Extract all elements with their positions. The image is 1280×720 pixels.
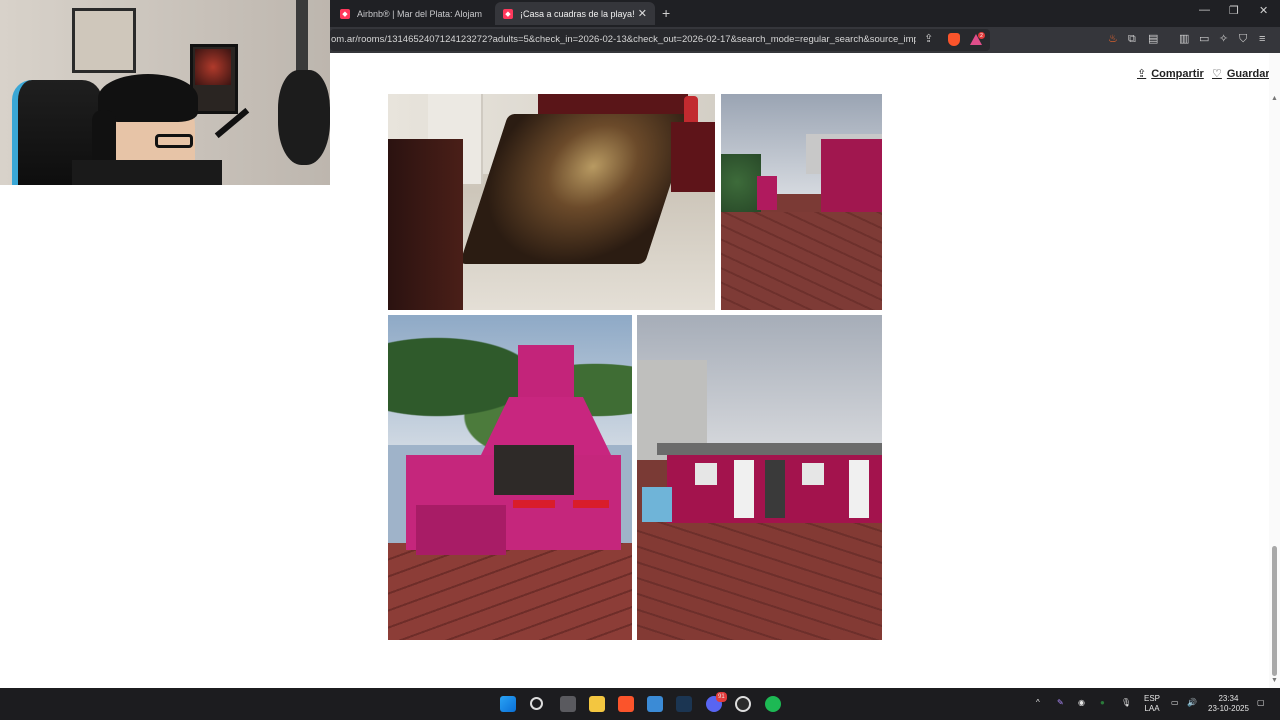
tab-label: ¡Casa a cuadras de la playa! - Ca	[520, 8, 634, 19]
tray-pen-icon[interactable]: ✎	[1057, 698, 1064, 708]
reading-list-icon[interactable]: ▤	[1148, 34, 1158, 45]
share-icon: ⇪	[1137, 68, 1147, 80]
menu-icon[interactable]: ≡	[1259, 34, 1265, 45]
brave-shields-icon[interactable]	[948, 33, 960, 46]
scroll-down-icon[interactable]: ▼	[1271, 677, 1278, 684]
new-tab-button[interactable]: +	[662, 5, 670, 21]
address-bar[interactable]: om.ar/rooms/1314652407124123272?adults=5…	[330, 29, 990, 51]
tab-label: Airbnb® | Mar del Plata: Alojamiento	[357, 8, 482, 19]
vpn-icon[interactable]: ⛉	[1239, 34, 1247, 45]
url-text[interactable]: om.ar/rooms/1314652407124123272?adults=5…	[331, 34, 916, 45]
save-label: Guardar	[1226, 67, 1270, 80]
date-label: 23-10-2025	[1208, 704, 1249, 713]
network-icon[interactable]: ▭	[1171, 698, 1179, 708]
share-button[interactable]: ⇪ Compartir	[1137, 67, 1204, 81]
notifications-icon[interactable]: ▢	[1257, 698, 1265, 708]
minimize-button[interactable]: —	[1199, 4, 1210, 16]
sidebar-icon[interactable]: ▥	[1179, 34, 1189, 45]
page-scrollbar[interactable]: ▲ ▼	[1269, 53, 1280, 688]
scroll-up-icon[interactable]: ▲	[1271, 95, 1278, 102]
spotify-icon[interactable]	[765, 696, 781, 712]
scrollbar-thumb[interactable]	[1272, 546, 1277, 676]
photo-patio-corridor[interactable]	[721, 94, 882, 310]
discord-badge: 91	[716, 692, 727, 702]
photo-house-back[interactable]	[637, 315, 882, 640]
windows-start-icon[interactable]	[500, 696, 516, 712]
webcam-overlay	[0, 0, 330, 185]
tray-steam-icon[interactable]: ◉	[1078, 698, 1085, 708]
microphone-icon[interactable]: 🎙	[1121, 698, 1131, 708]
share-icon[interactable]: ⇪	[924, 34, 933, 45]
photos-icon[interactable]	[647, 696, 663, 712]
task-view-icon[interactable]	[560, 696, 576, 712]
search-icon[interactable]	[530, 697, 543, 710]
steam-icon[interactable]	[676, 696, 692, 712]
time-label: 23:34	[1218, 694, 1239, 703]
tab-listing[interactable]: ◆ ¡Casa a cuadras de la playa! - Ca ✕	[495, 2, 655, 25]
extensions-puzzle-icon[interactable]: ⧉	[1128, 34, 1136, 45]
windows-taskbar: 91 ^ ✎ ◉ ● 🎙 ESP LAA ▭ 🔊 23:34 23-10-202…	[0, 688, 1280, 720]
airbnb-favicon-icon: ◆	[503, 8, 513, 19]
language-label: ESP	[1144, 694, 1161, 703]
photo-bedroom[interactable]	[388, 94, 715, 310]
maximize-button[interactable]: ❐	[1229, 4, 1239, 17]
layout-label: LAA	[1144, 704, 1160, 713]
rewards-badge: 2	[978, 32, 985, 39]
clock[interactable]: 23:34 23-10-2025	[1208, 694, 1249, 714]
share-label: Compartir	[1151, 67, 1204, 80]
wallet-icon[interactable]: ▭	[1199, 34, 1209, 45]
close-window-button[interactable]: ✕	[1259, 4, 1268, 17]
save-button[interactable]: ♡ Guardar	[1212, 67, 1270, 81]
extension-flame-icon[interactable]: ♨	[1108, 34, 1118, 45]
tab-airbnb-search[interactable]: ◆ Airbnb® | Mar del Plata: Alojamiento	[332, 2, 490, 25]
photo-barbecue[interactable]	[388, 315, 632, 640]
leo-ai-icon[interactable]: ✧	[1219, 34, 1228, 45]
close-tab-icon[interactable]: ✕	[638, 7, 647, 20]
brave-browser-icon[interactable]	[618, 696, 634, 712]
volume-icon[interactable]: 🔊	[1187, 698, 1197, 708]
obs-icon[interactable]	[735, 696, 751, 712]
heart-icon: ♡	[1212, 68, 1222, 80]
file-explorer-icon[interactable]	[589, 696, 605, 712]
language-indicator[interactable]: ESP LAA	[1144, 694, 1160, 714]
tray-status-icon[interactable]: ●	[1100, 698, 1105, 708]
tray-overflow-icon[interactable]: ^	[1036, 698, 1040, 708]
airbnb-favicon-icon: ◆	[340, 8, 350, 19]
